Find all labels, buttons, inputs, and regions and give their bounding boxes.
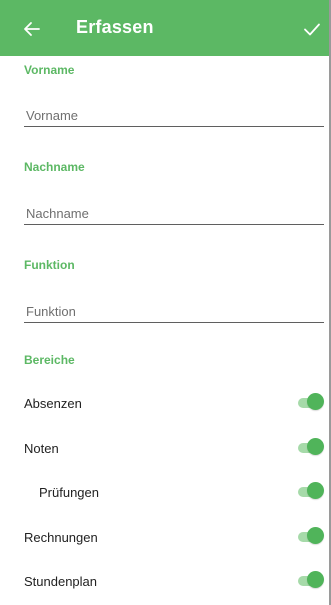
switch-thumb [307,482,324,499]
switch-thumb [307,527,324,544]
switch-noten[interactable] [298,438,324,458]
vorname-placeholder: Vorname [26,108,79,123]
bereich-label-absenzen: Absenzen [24,396,82,411]
nachname-label: Nachname [24,160,85,174]
bereich-label-pruefungen: Prüfungen [39,485,99,500]
app-bar: Erfassen [0,0,331,56]
bereich-label-noten: Noten [24,441,59,456]
page-title: Erfassen [76,17,154,37]
funktion-label: Funktion [24,258,75,272]
bereich-label-stundenplan: Stundenplan [24,574,98,589]
switch-thumb [307,393,324,410]
arrow-left-icon[interactable] [21,18,43,40]
vorname-field[interactable]: Vorname [24,102,324,127]
vorname-label: Vorname [24,63,75,77]
bereich-label-rechnungen: Rechnungen [24,530,98,545]
switch-rechnungen[interactable] [298,527,324,547]
funktion-field[interactable]: Funktion [24,298,324,323]
switch-thumb [307,438,324,455]
switch-thumb [307,571,324,588]
app-screen: Erfassen Vorname Vorname Nachname Nachna… [0,0,331,605]
funktion-placeholder: Funktion [26,304,76,319]
nachname-field[interactable]: Nachname [24,200,324,225]
switch-stundenplan[interactable] [298,571,324,591]
switch-pruefungen[interactable] [298,482,324,502]
check-icon[interactable] [301,18,323,40]
nachname-placeholder: Nachname [26,206,89,221]
switch-absenzen[interactable] [298,393,324,413]
bereiche-label: Bereiche [24,353,75,367]
